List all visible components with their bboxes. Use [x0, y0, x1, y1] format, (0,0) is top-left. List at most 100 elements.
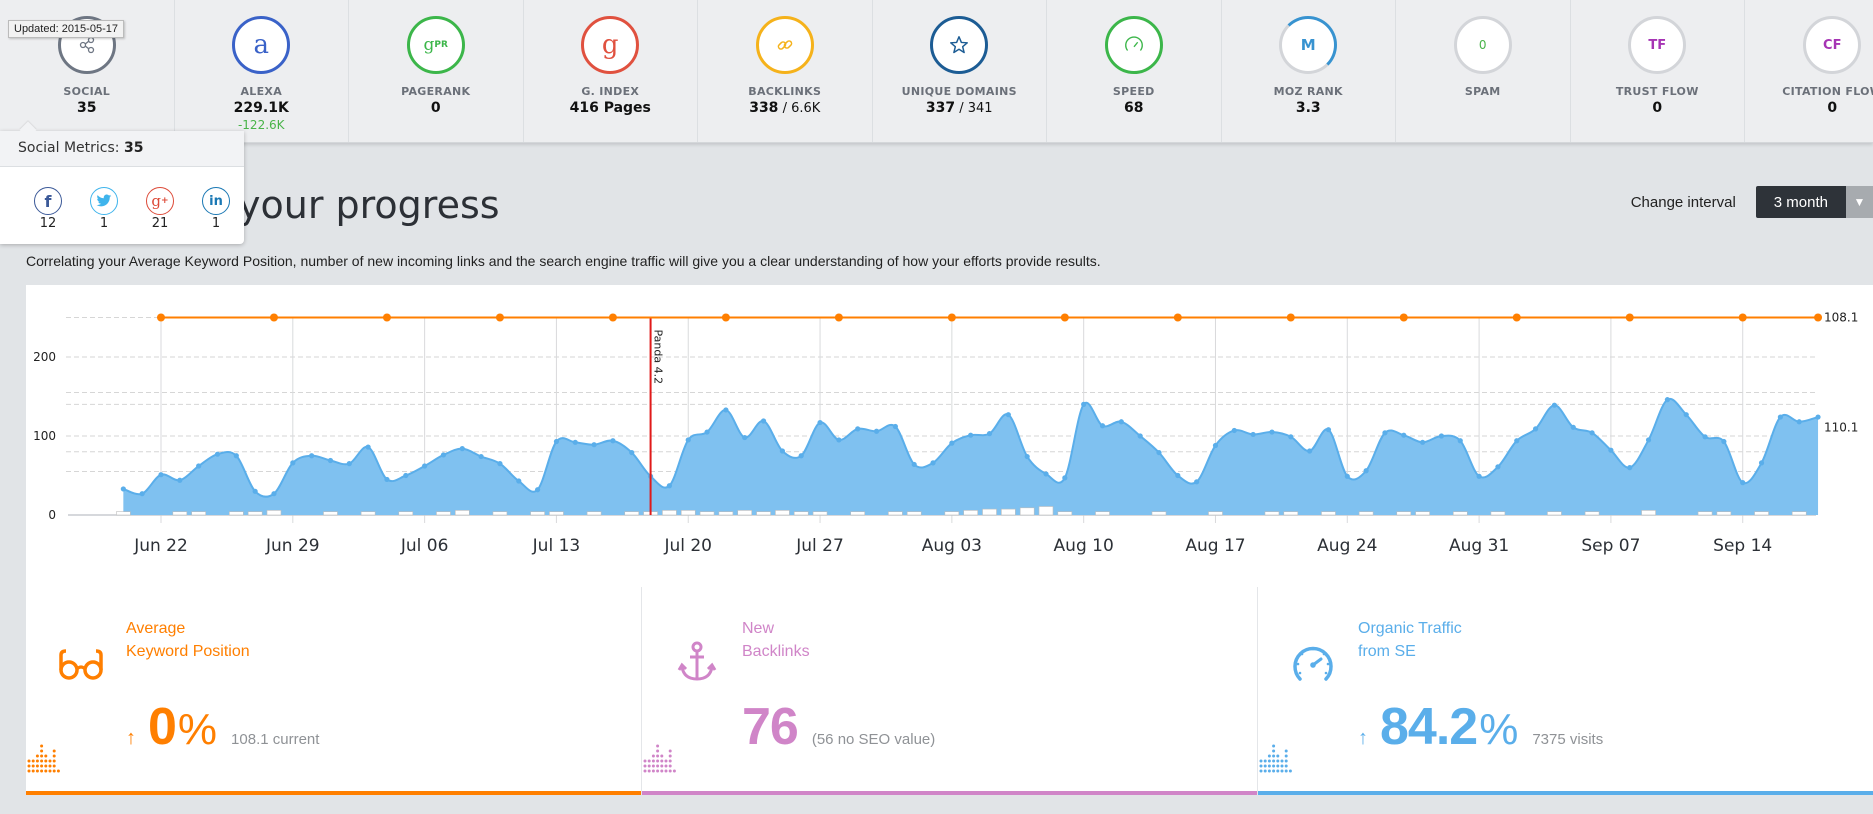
traffic-point[interactable] [1476, 473, 1482, 479]
backlink-bar[interactable] [699, 511, 715, 516]
traffic-point[interactable] [666, 483, 673, 489]
traffic-point[interactable] [196, 463, 202, 469]
backlink-bar[interactable] [1641, 510, 1656, 516]
social-item-twitter[interactable]: 1 [76, 187, 132, 231]
traffic-point[interactable] [1495, 464, 1501, 470]
traffic-point[interactable] [911, 461, 917, 468]
backlink-bar[interactable] [982, 508, 997, 516]
backlink-bar[interactable] [662, 510, 677, 516]
traffic-point[interactable] [1099, 423, 1106, 429]
keyword-position-point[interactable] [1286, 313, 1295, 322]
traffic-point[interactable] [798, 453, 804, 459]
keyword-position-point[interactable] [495, 313, 504, 322]
traffic-point[interactable] [440, 452, 447, 458]
traffic-point[interactable] [968, 432, 974, 438]
backlink-bar[interactable] [1264, 511, 1280, 516]
traffic-point[interactable] [1796, 419, 1802, 425]
backlink-bar[interactable] [116, 511, 131, 516]
keyword-position-point[interactable] [382, 313, 391, 322]
backlink-bar[interactable] [360, 511, 376, 516]
traffic-point[interactable] [704, 429, 710, 435]
traffic-point[interactable] [365, 444, 371, 450]
backlink-bar[interactable] [454, 510, 470, 516]
backlink-bar[interactable] [436, 511, 451, 516]
backlink-bar[interactable] [737, 510, 753, 516]
traffic-point[interactable] [1382, 430, 1388, 436]
traffic-point[interactable] [497, 461, 503, 467]
traffic-point[interactable] [742, 434, 748, 441]
traffic-point[interactable] [1570, 424, 1576, 430]
traffic-point[interactable] [1212, 442, 1219, 449]
traffic-point[interactable] [1721, 438, 1727, 445]
traffic-point[interactable] [1194, 479, 1200, 485]
traffic-point[interactable] [1420, 439, 1426, 445]
keyword-position-point[interactable] [1738, 313, 1747, 322]
mini-chart-icon[interactable] [26, 743, 62, 775]
traffic-point[interactable] [1269, 429, 1275, 435]
metric-card-gindex[interactable]: g G. INDEX 416 Pages [524, 0, 698, 142]
traffic-point[interactable] [1175, 472, 1181, 479]
metric-card-trust[interactable]: TF TRUST FLOW 0 [1571, 0, 1745, 142]
traffic-point[interactable] [949, 440, 955, 446]
keyword-position-point[interactable] [269, 313, 278, 322]
backlink-bar[interactable] [624, 511, 640, 516]
traffic-point[interactable] [422, 463, 428, 469]
traffic-point[interactable] [1156, 449, 1162, 456]
backlink-bar[interactable] [1321, 511, 1336, 516]
traffic-point[interactable] [1081, 401, 1087, 407]
backlink-bar[interactable] [944, 511, 960, 516]
backlink-bar[interactable] [906, 511, 922, 516]
keyword-position-point[interactable] [1060, 313, 1069, 322]
traffic-point[interactable] [327, 457, 334, 464]
traffic-point[interactable] [986, 431, 993, 437]
traffic-point[interactable] [1758, 460, 1765, 466]
traffic-point[interactable] [836, 437, 842, 443]
traffic-point[interactable] [177, 477, 183, 483]
traffic-point[interactable] [685, 437, 691, 443]
backlink-bar[interactable] [1415, 511, 1430, 516]
backlink-bar[interactable] [1151, 511, 1167, 516]
traffic-point[interactable] [553, 438, 560, 445]
traffic-point[interactable] [1062, 475, 1068, 481]
backlink-bar[interactable] [266, 510, 282, 516]
chevron-down-icon[interactable]: ▼ [1846, 186, 1873, 218]
metric-card-moz[interactable]: M MOZ RANK 3.3 [1222, 0, 1396, 142]
traffic-point[interactable] [817, 419, 823, 426]
backlink-bar[interactable] [1754, 511, 1769, 516]
traffic-point[interactable] [1551, 402, 1558, 408]
mini-chart-icon[interactable] [1258, 743, 1294, 775]
backlink-bar[interactable] [1791, 511, 1807, 516]
traffic-point[interactable] [1307, 448, 1313, 454]
metric-card-domains[interactable]: UNIQUE DOMAINS 337 / 341 [873, 0, 1047, 142]
metric-card-citation[interactable]: CF CITATION FLOW 0 [1745, 0, 1873, 142]
backlink-bar[interactable] [1208, 511, 1223, 516]
traffic-point[interactable] [1608, 447, 1614, 453]
backlink-bar[interactable] [1095, 511, 1110, 516]
traffic-point[interactable] [346, 461, 352, 467]
traffic-point[interactable] [309, 453, 315, 459]
backlink-bar[interactable] [775, 510, 790, 516]
keyword-position-point[interactable] [947, 313, 956, 322]
traffic-point[interactable] [1664, 397, 1670, 403]
traffic-point[interactable] [535, 487, 541, 493]
interval-dropdown[interactable]: 3 month [1755, 186, 1846, 218]
social-item-linkedin[interactable]: in 1 [188, 187, 244, 231]
traffic-point[interactable] [1438, 433, 1445, 439]
traffic-point[interactable] [723, 407, 729, 413]
backlink-bar[interactable] [172, 511, 188, 516]
backlink-bar[interactable] [191, 511, 206, 516]
traffic-point[interactable] [1231, 427, 1237, 434]
traffic-point[interactable] [1118, 419, 1124, 425]
traffic-point[interactable] [1683, 412, 1689, 418]
traffic-point[interactable] [214, 451, 221, 457]
traffic-point[interactable] [139, 491, 145, 497]
metric-card-pagerank[interactable]: g PR PAGERANK 0 [349, 0, 524, 142]
traffic-point[interactable] [1043, 471, 1049, 477]
traffic-point[interactable] [252, 488, 258, 494]
traffic-point[interactable] [760, 418, 767, 424]
traffic-point[interactable] [610, 438, 616, 444]
backlink-bar[interactable] [530, 511, 545, 516]
backlink-bar[interactable] [586, 511, 602, 516]
traffic-point[interactable] [572, 439, 578, 445]
backlink-bar[interactable] [549, 511, 564, 516]
